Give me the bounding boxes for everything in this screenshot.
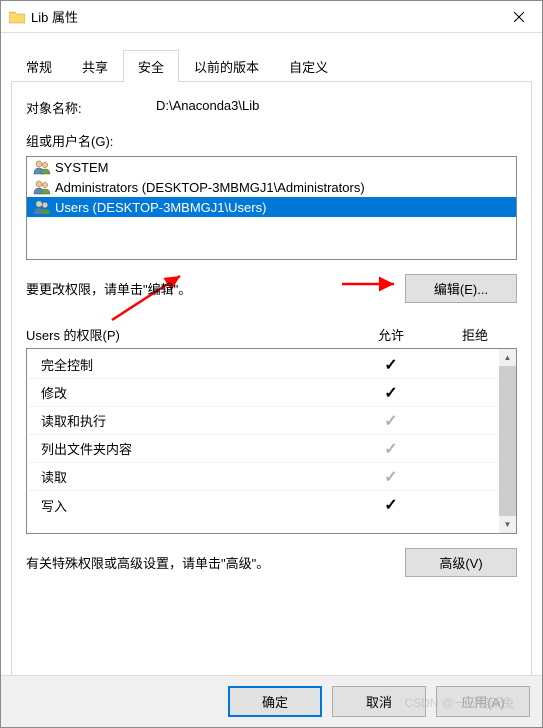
title-bar: Lib 属性 [1, 1, 542, 33]
apply-button: 应用(A) [436, 686, 530, 717]
object-path: D:\Anaconda3\Lib [156, 98, 259, 117]
table-row: 修改 ✓ [29, 379, 498, 407]
table-row: 读取 ✓ [29, 463, 498, 491]
list-item-label: SYSTEM [55, 160, 108, 175]
permissions-table: 完全控制 ✓ 修改 ✓ 读取和执行 ✓ 列出文件夹内容 ✓ 读取 ✓ [26, 348, 517, 534]
allow-heading: 允许 [349, 325, 433, 344]
ok-button[interactable]: 确定 [228, 686, 322, 717]
list-item[interactable]: Administrators (DESKTOP-3MBMGJ1\Administ… [27, 177, 516, 197]
table-row: 列出文件夹内容 ✓ [29, 435, 498, 463]
permissions-title: Users 的权限(P) [26, 325, 349, 344]
people-icon [33, 179, 51, 195]
list-item-label: Administrators (DESKTOP-3MBMGJ1\Administ… [55, 180, 365, 195]
check-icon: ✓ [348, 411, 434, 431]
annotation-arrow [340, 276, 402, 292]
table-row: 写入 ✓ [29, 491, 498, 519]
tab-general[interactable]: 常规 [11, 50, 67, 82]
perm-label: 写入 [37, 496, 348, 515]
perm-label: 列出文件夹内容 [37, 439, 348, 458]
advanced-hint: 有关特殊权限或高级设置，请单击"高级"。 [26, 553, 269, 572]
close-button[interactable] [496, 1, 542, 33]
edit-button[interactable]: 编辑(E)... [405, 274, 517, 303]
table-row: 完全控制 ✓ [29, 351, 498, 379]
advanced-button[interactable]: 高级(V) [405, 548, 517, 577]
dialog-footer: 确定 取消 应用(A) [1, 675, 542, 727]
check-icon: ✓ [348, 467, 434, 487]
list-item-label: Users (DESKTOP-3MBMGJ1\Users) [55, 200, 266, 215]
tab-sharing[interactable]: 共享 [67, 50, 123, 82]
people-icon [33, 159, 51, 175]
check-icon: ✓ [348, 495, 434, 515]
security-panel: 对象名称: D:\Anaconda3\Lib 组或用户名(G): SYSTEM … [11, 81, 532, 683]
deny-heading: 拒绝 [433, 325, 517, 344]
perm-label: 修改 [37, 383, 348, 402]
folder-icon [9, 10, 25, 24]
scroll-down-button[interactable]: ▼ [499, 516, 516, 533]
check-icon: ✓ [348, 383, 434, 403]
list-item[interactable]: Users (DESKTOP-3MBMGJ1\Users) [27, 197, 516, 217]
scroll-up-button[interactable]: ▲ [499, 349, 516, 366]
scroll-thumb[interactable] [499, 366, 516, 516]
window-title: Lib 属性 [31, 7, 496, 26]
edit-hint: 要更改权限，请单击"编辑"。 [26, 279, 191, 298]
check-icon: ✓ [348, 439, 434, 459]
tab-security[interactable]: 安全 [123, 50, 179, 82]
perm-label: 完全控制 [37, 355, 348, 374]
close-icon [514, 12, 524, 22]
tab-previous-versions[interactable]: 以前的版本 [179, 50, 274, 82]
object-name-label: 对象名称: [26, 98, 156, 117]
groups-label: 组或用户名(G): [26, 131, 517, 150]
tab-bar: 常规 共享 安全 以前的版本 自定义 [11, 49, 532, 81]
table-row: 读取和执行 ✓ [29, 407, 498, 435]
people-icon [33, 199, 51, 215]
groups-listbox[interactable]: SYSTEM Administrators (DESKTOP-3MBMGJ1\A… [26, 156, 517, 260]
check-icon: ✓ [348, 355, 434, 375]
list-item[interactable]: SYSTEM [27, 157, 516, 177]
perm-label: 读取 [37, 467, 348, 486]
cancel-button[interactable]: 取消 [332, 686, 426, 717]
scrollbar[interactable]: ▲ ▼ [499, 349, 516, 533]
tab-customize[interactable]: 自定义 [274, 50, 343, 82]
perm-label: 读取和执行 [37, 411, 348, 430]
